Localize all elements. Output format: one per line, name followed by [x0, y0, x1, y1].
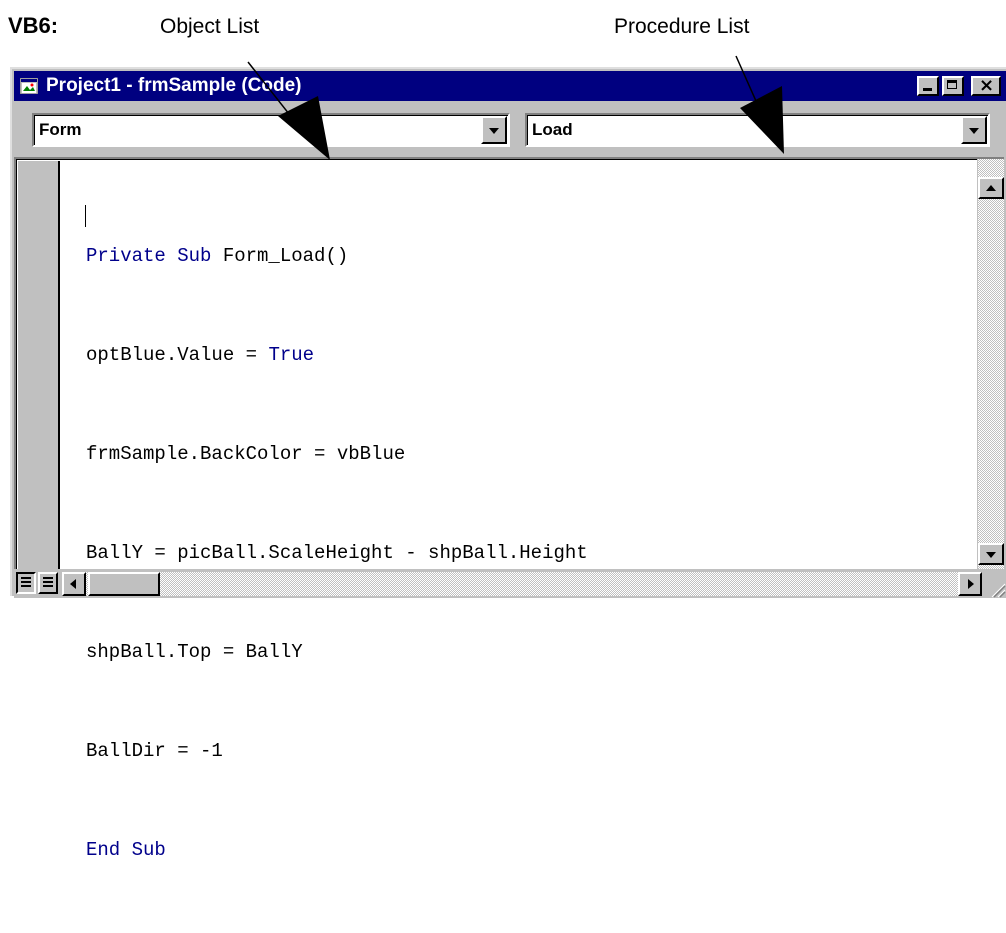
- code-line[interactable]: shpBall.Top = BallY: [86, 636, 588, 669]
- status-bottom-bar: [14, 569, 1006, 598]
- code-line-rest: Form_Load(): [222, 245, 349, 267]
- close-icon: ×: [979, 75, 995, 96]
- procedure-list-dropdown-button[interactable]: [961, 116, 987, 144]
- scroll-right-button[interactable]: [958, 572, 982, 596]
- chevron-down-icon: [969, 128, 979, 134]
- code-line-rest: optBlue.Value =: [86, 344, 269, 366]
- title-bar[interactable]: Project1 - frmSample (Code) ×: [14, 71, 1006, 101]
- object-list-combo[interactable]: Form: [32, 113, 510, 147]
- scroll-left-button[interactable]: [62, 572, 86, 596]
- procedure-list-combo[interactable]: Load: [525, 113, 990, 147]
- scroll-up-button[interactable]: [978, 177, 1004, 199]
- procedure-view-icon: [21, 577, 31, 589]
- scroll-thumb[interactable]: [88, 572, 160, 596]
- code-keyword: Private Sub: [86, 245, 223, 267]
- full-module-view-icon: [43, 577, 53, 589]
- procedure-list-annotation: Procedure List: [614, 15, 750, 38]
- arrow-right-icon: [968, 579, 974, 589]
- arrow-down-icon: [986, 552, 996, 558]
- code-text[interactable]: Private Sub Form_Load() optBlue.Value = …: [86, 174, 588, 933]
- object-list-annotation: Object List: [160, 15, 260, 38]
- object-list-value: Form: [39, 120, 82, 139]
- procedure-view-button[interactable]: [16, 572, 36, 594]
- code-line[interactable]: Private Sub Form_Load(): [86, 240, 588, 273]
- form-icon[interactable]: [20, 78, 38, 94]
- text-caret: [85, 205, 86, 227]
- code-editor[interactable]: Private Sub Form_Load() optBlue.Value = …: [14, 157, 1004, 861]
- minimize-icon: [923, 88, 932, 91]
- code-line[interactable]: BallY = picBall.ScaleHeight - shpBall.He…: [86, 537, 588, 570]
- full-module-view-button[interactable]: [38, 572, 58, 594]
- code-keyword: True: [268, 344, 315, 366]
- window-title: Project1 - frmSample (Code): [46, 75, 302, 96]
- close-button[interactable]: ×: [971, 75, 1001, 96]
- horizontal-scrollbar[interactable]: [62, 572, 982, 596]
- minimize-button[interactable]: [917, 76, 939, 96]
- margin-indicator-bar[interactable]: [18, 161, 60, 569]
- arrow-left-icon: [70, 579, 76, 589]
- maximize-button[interactable]: [942, 76, 964, 96]
- scroll-down-button[interactable]: [978, 543, 1004, 565]
- heading-vb6: VB6:: [8, 13, 59, 38]
- chevron-down-icon: [489, 128, 499, 134]
- object-list-dropdown-button[interactable]: [481, 116, 507, 144]
- code-line[interactable]: BallDir = -1: [86, 735, 588, 768]
- code-line[interactable]: frmSample.BackColor = vbBlue: [86, 438, 588, 471]
- resize-grip-icon[interactable]: [986, 578, 1006, 598]
- arrow-up-icon: [986, 185, 996, 191]
- code-line[interactable]: End Sub: [86, 834, 588, 867]
- maximize-icon: [947, 80, 957, 89]
- code-window: Project1 - frmSample (Code) × Form Load …: [10, 67, 1006, 861]
- procedure-list-value: Load: [532, 120, 573, 139]
- vertical-scrollbar[interactable]: [977, 159, 1004, 569]
- code-line[interactable]: optBlue.Value = True: [86, 339, 588, 372]
